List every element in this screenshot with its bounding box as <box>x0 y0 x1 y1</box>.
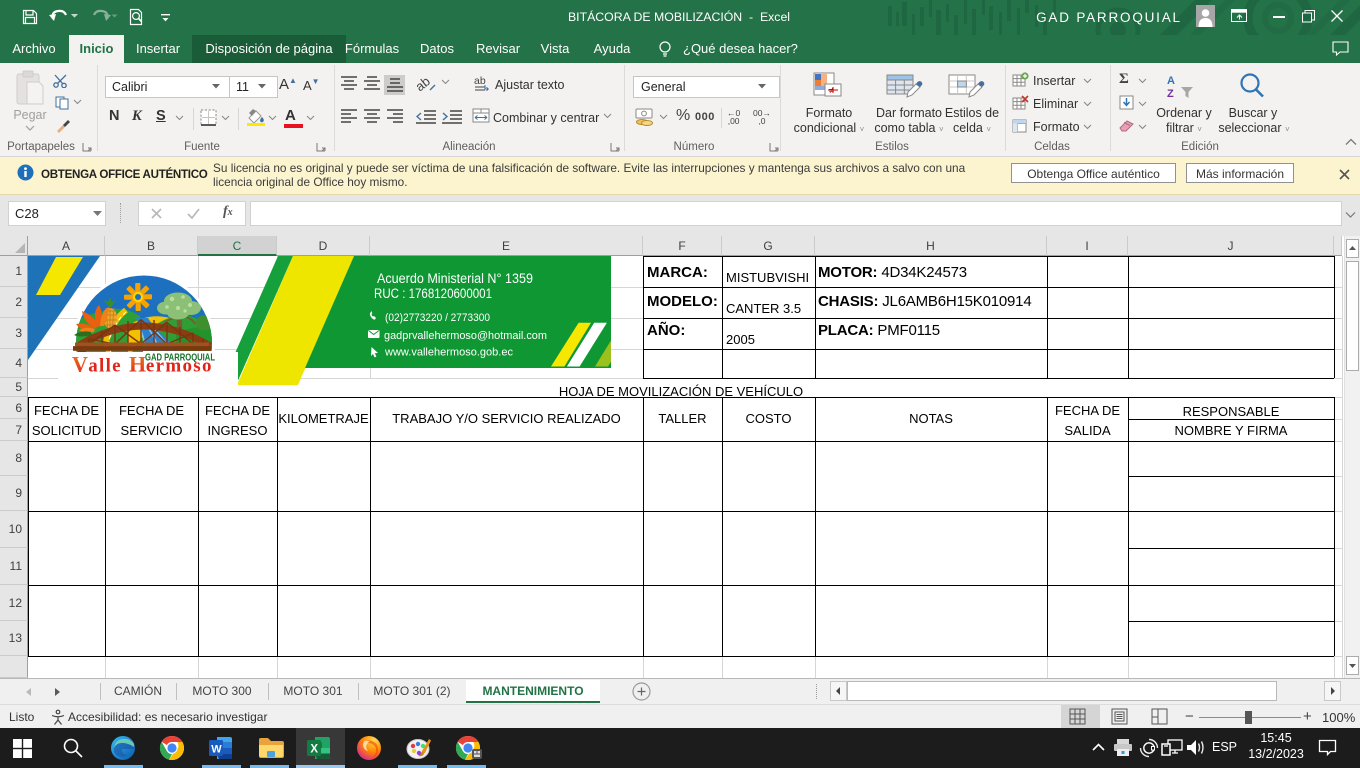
svg-text:X: X <box>310 744 318 756</box>
svg-text:RUC : 1768120600001: RUC : 1768120600001 <box>374 286 492 301</box>
svg-text:Acuerdo Ministerial N° 1359: Acuerdo Ministerial N° 1359 <box>377 271 533 286</box>
svg-text:ab: ab <box>416 75 433 94</box>
svg-text:(02)2773220 / 2773300: (02)2773220 / 2773300 <box>385 312 490 324</box>
svg-text:www.vallehermoso.gob.ec: www.vallehermoso.gob.ec <box>384 347 513 359</box>
svg-text:Valle Hermoso: Valle Hermoso <box>72 352 213 377</box>
svg-text:Z: Z <box>1167 88 1174 99</box>
svg-text:gadprvallehermoso@hotmail.com: gadprvallehermoso@hotmail.com <box>384 330 547 342</box>
svg-text:ab: ab <box>474 75 486 87</box>
svg-text:A: A <box>1167 75 1175 87</box>
svg-text:≠: ≠ <box>829 86 834 96</box>
svg-text:W: W <box>211 744 222 756</box>
